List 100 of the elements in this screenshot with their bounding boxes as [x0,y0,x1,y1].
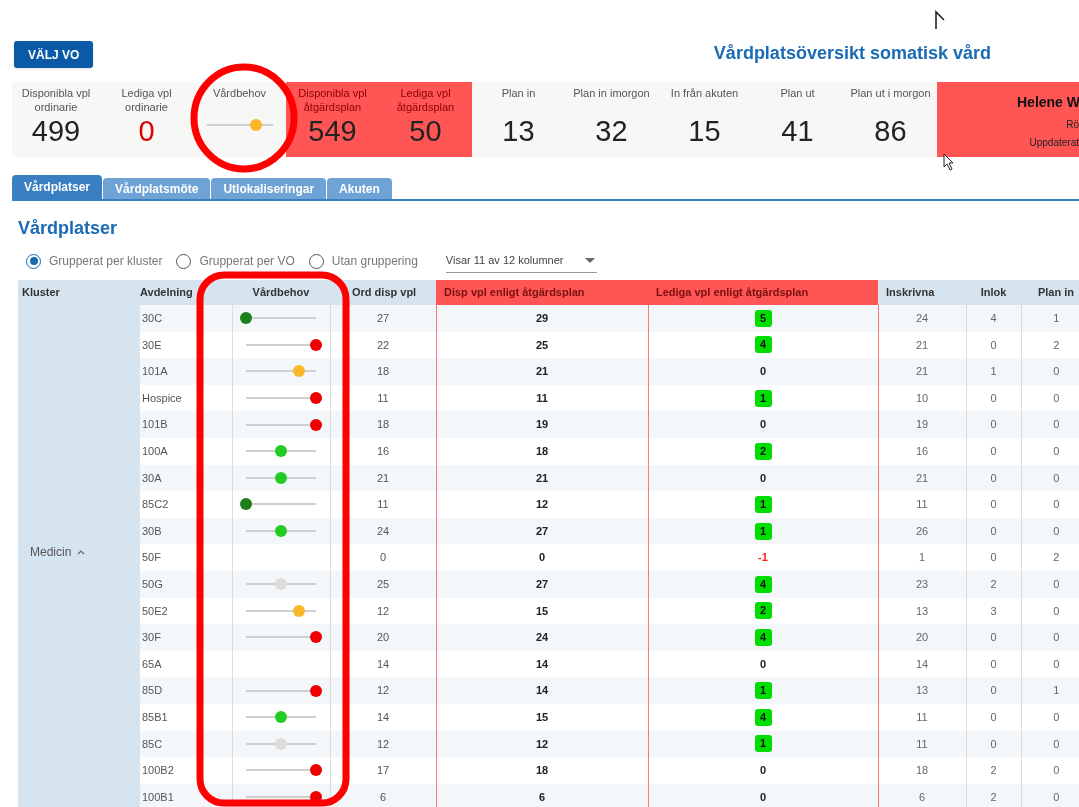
slider-thumb[interactable] [275,525,287,538]
slider-thumb[interactable] [250,119,262,131]
table-cell: 0 [759,764,767,777]
column-header[interactable]: Inskrivna [878,280,966,305]
table-cell: 100B2 [142,764,174,777]
slider-thumb[interactable] [292,365,305,378]
table-cell: 12 [376,604,390,617]
column-header[interactable]: Avdelning [140,280,232,305]
table-cell: 0 [990,418,997,431]
table-cell: 4 [990,312,997,325]
slider-thumb[interactable] [275,737,287,750]
table-cell: 30C [142,312,163,325]
table-cell: 0 [759,418,767,431]
table-cell: 12 [535,737,549,750]
table-cell: -1 [758,551,768,564]
column-header[interactable]: Lediga vpl enligt åtgärdsplan [648,280,878,305]
slider-thumb[interactable] [310,338,322,351]
table-cell: 20 [376,631,390,644]
table-cell: 24 [376,524,390,537]
table-cell: 2 [990,790,997,803]
notice-text: Uppdaterat [1029,136,1079,150]
tab[interactable]: Vårdplatser [12,175,103,199]
table-cell: 0 [1053,764,1060,777]
table-cell: 0 [1053,578,1060,590]
table-cell: 50F [142,551,161,564]
slider-thumb[interactable] [275,445,287,458]
table-cell: 6 [918,790,926,803]
column-header[interactable]: Disp vpl enligt åtgärdsplan [436,280,648,305]
table-cell: 0 [759,471,767,484]
slider-thumb[interactable] [240,312,252,325]
column-dropdown[interactable]: Visar 11 av 12 kolumner [445,249,597,273]
stat-value: 13 [502,114,535,148]
radio-option[interactable]: Grupperat per VO [176,252,295,270]
stat-label: Lediga vpl ordinarie [120,86,173,114]
radio-option[interactable]: Utan gruppering [308,252,418,270]
table-cell: 12 [535,498,549,511]
table-cell: 100B1 [142,790,174,803]
table-cell: 0 [990,391,997,404]
table-cell: 50E2 [142,604,168,617]
table-cell: 16 [376,445,390,457]
table-cell: 21 [915,471,929,484]
table-cell: 19 [535,418,549,431]
slider-thumb[interactable] [275,471,287,484]
table-cell: 19 [915,418,929,431]
table-cell: 18 [915,764,929,777]
table-cell: 0 [990,498,997,511]
cursor-icon [934,10,946,30]
table-cell: 2 [1053,338,1060,351]
slider-thumb[interactable] [292,604,305,617]
count-badge: 1 [754,495,772,513]
slider-thumb[interactable] [310,764,322,777]
radio-option[interactable]: Grupperat per kluster [26,252,163,270]
table-cell: 0 [990,471,997,484]
column-header[interactable]: Vårdbehov [232,280,330,305]
table-cell: 12 [376,684,390,697]
table-cell: 0 [990,524,997,537]
column-header[interactable]: Inlok [966,280,1021,305]
count-badge: 4 [754,336,772,354]
table-cell: 11 [916,710,928,723]
table-cell: 30B [142,524,162,537]
slider-thumb[interactable] [275,711,287,724]
slider-thumb[interactable] [275,578,287,591]
table-cell: 21 [376,471,390,484]
section-title: Vårdplatser [18,217,118,239]
cluster-cell[interactable]: Medicin [18,305,140,807]
slider-thumb[interactable] [240,498,252,511]
slider-thumb[interactable] [310,418,322,431]
table-cell: 11 [536,391,548,404]
table-cell: 23 [915,578,929,590]
column-header[interactable]: Plan in [1021,280,1079,305]
table-cell: 27 [535,578,549,590]
table-cell: 1 [918,551,926,564]
table-cell: 0 [990,710,997,723]
count-badge: 1 [754,735,772,753]
table-cell: 85D [142,684,163,697]
slider-thumb[interactable] [310,392,322,405]
chevron-up-icon[interactable] [77,549,86,555]
table-cell: 21 [915,365,929,378]
count-badge: 2 [754,442,772,460]
table-cell: 15 [535,710,549,723]
select-button[interactable]: VÄLJ VO [14,41,94,68]
count-badge: 4 [754,708,772,726]
table-cell: 14 [376,657,390,670]
table-cell: 25 [535,338,549,351]
column-header[interactable]: Kluster [18,280,140,305]
column-header[interactable]: Ord disp vpl [330,280,436,305]
table-cell: 0 [1053,790,1060,803]
table-cell: 14 [376,710,390,723]
slider-thumb[interactable] [310,684,322,697]
table-cell: 0 [1053,604,1060,617]
table-cell: 24 [915,312,929,325]
table-cell: 0 [1053,657,1060,670]
table-cell: 0 [1053,471,1060,484]
slider-thumb[interactable] [310,631,322,644]
table-cell: 0 [990,737,997,750]
caret-icon [584,257,595,264]
table-cell: 100A [142,445,168,457]
table-cell: 0 [990,684,997,697]
stat-label: Disponibla vpl ordinarie [20,86,92,114]
table-cell: 24 [535,631,549,644]
